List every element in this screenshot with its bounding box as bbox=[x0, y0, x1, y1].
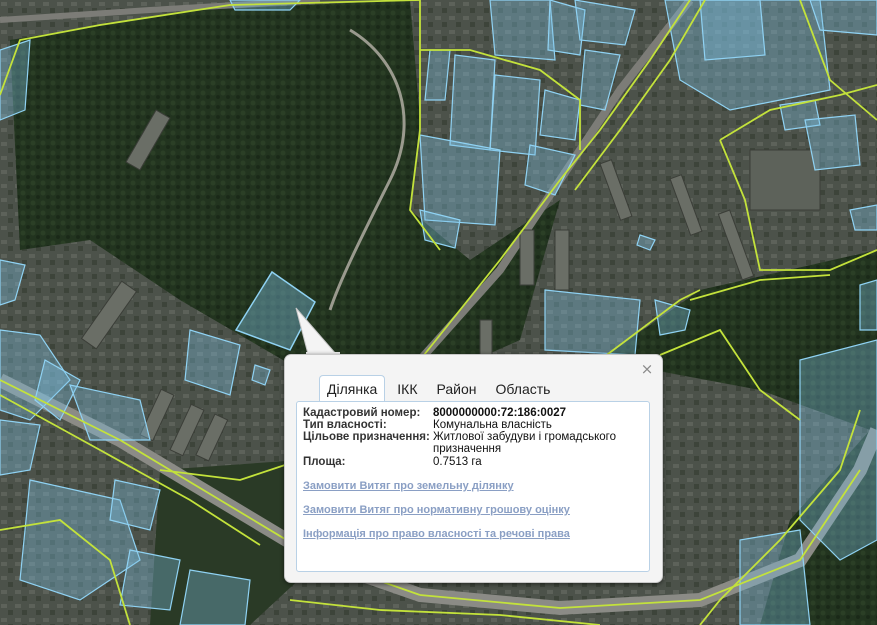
parcel-details-panel: Кадастровий номер: 8000000000:72:186:002… bbox=[296, 401, 650, 572]
order-parcel-extract-link[interactable]: Замовити Витяг про земельну ділянку bbox=[303, 480, 514, 492]
order-valuation-extract-link[interactable]: Замовити Витяг про нормативну грошову оц… bbox=[303, 504, 570, 516]
area-row: Площа: 0.7513 га bbox=[303, 456, 633, 468]
area-label: Площа: bbox=[303, 456, 346, 468]
cadastral-value: 8000000000:72:186:0027 bbox=[433, 407, 567, 419]
parcel-info-popup: × Ділянка ІКК Район Область Кадастровий … bbox=[284, 354, 663, 583]
ownership-value: Комунальна власність bbox=[433, 419, 552, 431]
popup-pointer bbox=[295, 307, 340, 358]
tab-parcel[interactable]: Ділянка bbox=[319, 375, 386, 402]
area-value: 0.7513 га bbox=[433, 456, 482, 468]
purpose-value: Житлової забудуви і громадського признач… bbox=[433, 431, 617, 455]
purpose-label: Цільове призначення: bbox=[303, 431, 430, 443]
ownership-info-link[interactable]: Інформація про право власності та речові… bbox=[303, 528, 570, 540]
tab-region[interactable]: Область bbox=[489, 377, 558, 401]
cadastral-row: Кадастровий номер: 8000000000:72:186:002… bbox=[303, 407, 633, 419]
ownership-label: Тип власності: bbox=[303, 419, 387, 431]
purpose-row: Цільове призначення: Житлової забудуви і… bbox=[303, 431, 633, 455]
cadastral-label: Кадастровий номер: bbox=[303, 407, 421, 419]
tab-ikk[interactable]: ІКК bbox=[390, 377, 424, 401]
close-icon[interactable]: × bbox=[639, 361, 655, 377]
popup-tabs: Ділянка ІКК Район Область bbox=[319, 375, 562, 402]
ownership-row: Тип власності: Комунальна власність bbox=[303, 419, 633, 431]
tab-district[interactable]: Район bbox=[430, 377, 484, 401]
